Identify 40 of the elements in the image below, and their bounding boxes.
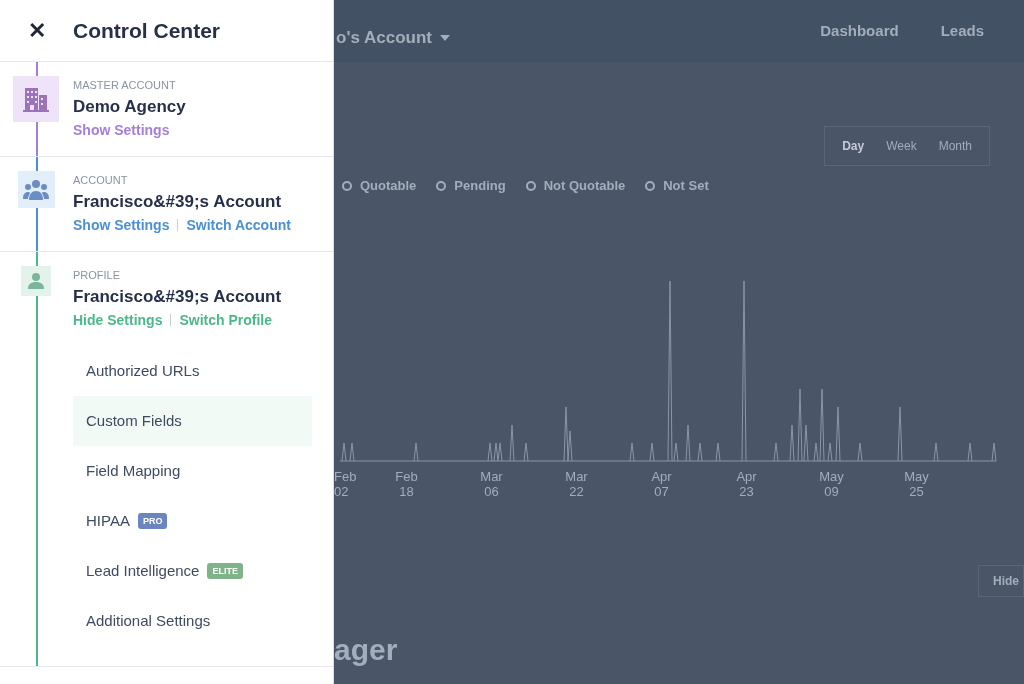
axis-label: May 09	[818, 468, 845, 499]
nav-link[interactable]: Leads	[940, 19, 984, 43]
axis-label: Feb 18	[394, 468, 419, 499]
range-tab[interactable]: Day	[831, 127, 876, 165]
legend-label: Not Quotable	[543, 177, 626, 195]
settings-link[interactable]: Show Settings	[73, 215, 170, 235]
section-label: ACCOUNT	[73, 173, 129, 187]
range-tab[interactable]: Week	[875, 127, 928, 165]
plan-badge: PRO	[137, 513, 168, 529]
plan-badge: ELITE	[207, 563, 243, 579]
axis-label: May 25	[903, 468, 930, 499]
group-icon	[17, 171, 55, 208]
section-title: Francisco&#39;s Account	[73, 191, 283, 213]
axis-label: Mar 22	[564, 468, 589, 499]
person-icon	[21, 266, 51, 296]
legend-label: Pending	[454, 177, 506, 195]
hide-button[interactable]: Hide	[978, 564, 1024, 597]
legend-label: Quotable	[360, 177, 417, 195]
page-heading: ager	[334, 631, 399, 668]
settings-link[interactable]: Hide Settings	[73, 310, 163, 330]
settings-link[interactable]: Show Settings	[73, 120, 170, 140]
building-icon	[13, 76, 59, 122]
axis-label: Apr 23	[735, 468, 758, 499]
settings-link[interactable]: Switch Account	[186, 215, 291, 235]
close-button[interactable]: ✕	[0, 14, 73, 47]
account-name: o's Account	[336, 27, 432, 50]
range-tab[interactable]: Month	[927, 127, 983, 165]
nav-link[interactable]: Dashboard	[820, 19, 899, 43]
axis-label: Mar 06	[479, 468, 504, 499]
section-label: MASTER ACCOUNT	[73, 78, 177, 92]
panel-title: Control Center	[73, 17, 220, 44]
axis-label: Apr 07	[650, 468, 673, 499]
settings-menu-item[interactable]: Custom Fields	[73, 396, 312, 446]
settings-link[interactable]: Switch Profile	[179, 310, 273, 330]
legend-label: Not Set	[663, 177, 709, 195]
section-title: Demo Agency	[73, 96, 186, 118]
caret-icon	[440, 35, 450, 41]
axis-label: Feb 02	[334, 468, 358, 499]
section-label: PROFILE	[73, 268, 122, 282]
section-title: Francisco&#39;s Account	[73, 286, 282, 308]
